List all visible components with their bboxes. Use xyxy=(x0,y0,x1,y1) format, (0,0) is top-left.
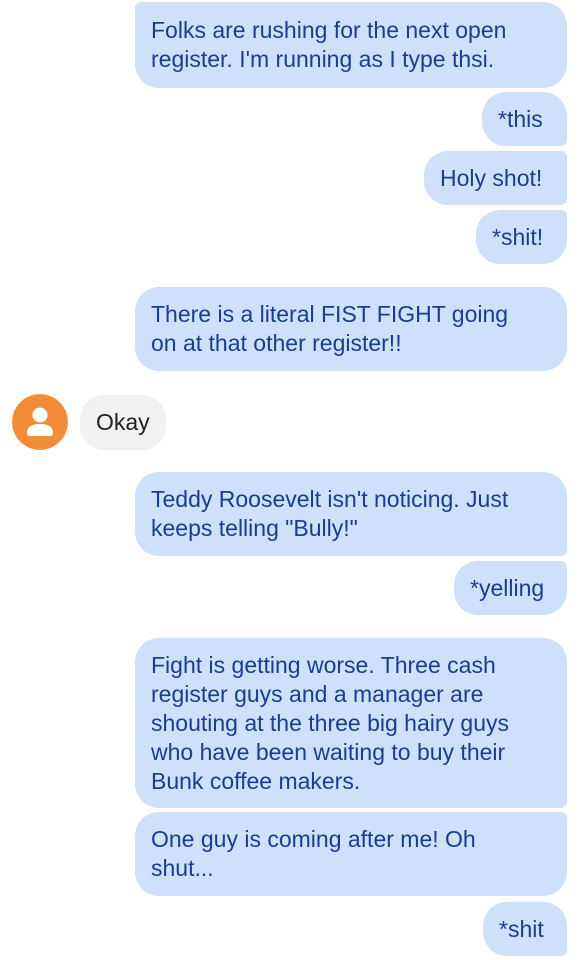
message-bubble[interactable]: There is a literal FIST FIGHT going on a… xyxy=(135,287,567,371)
message-bubble[interactable]: Teddy Roosevelt isn't noticing. Just kee… xyxy=(135,472,567,556)
message-bubble[interactable]: One guy is coming after me! Oh shut... xyxy=(135,812,567,896)
message-thread[interactable]: Folks are rushing for the next open regi… xyxy=(0,0,578,960)
message-bubble[interactable]: Okay xyxy=(80,395,166,450)
message-bubble[interactable]: *yelling xyxy=(454,561,567,615)
message-bubble[interactable]: *shit! xyxy=(476,210,567,264)
person-icon xyxy=(12,394,68,450)
message-bubble[interactable]: Folks are rushing for the next open regi… xyxy=(135,2,567,88)
message-bubble[interactable]: Holy shot! xyxy=(424,151,567,205)
message-bubble[interactable]: Fight is getting worse. Three cash regis… xyxy=(135,638,567,808)
message-bubble[interactable]: *shit xyxy=(483,902,567,956)
message-bubble[interactable]: *this xyxy=(482,92,567,146)
contact-avatar[interactable] xyxy=(12,394,68,450)
